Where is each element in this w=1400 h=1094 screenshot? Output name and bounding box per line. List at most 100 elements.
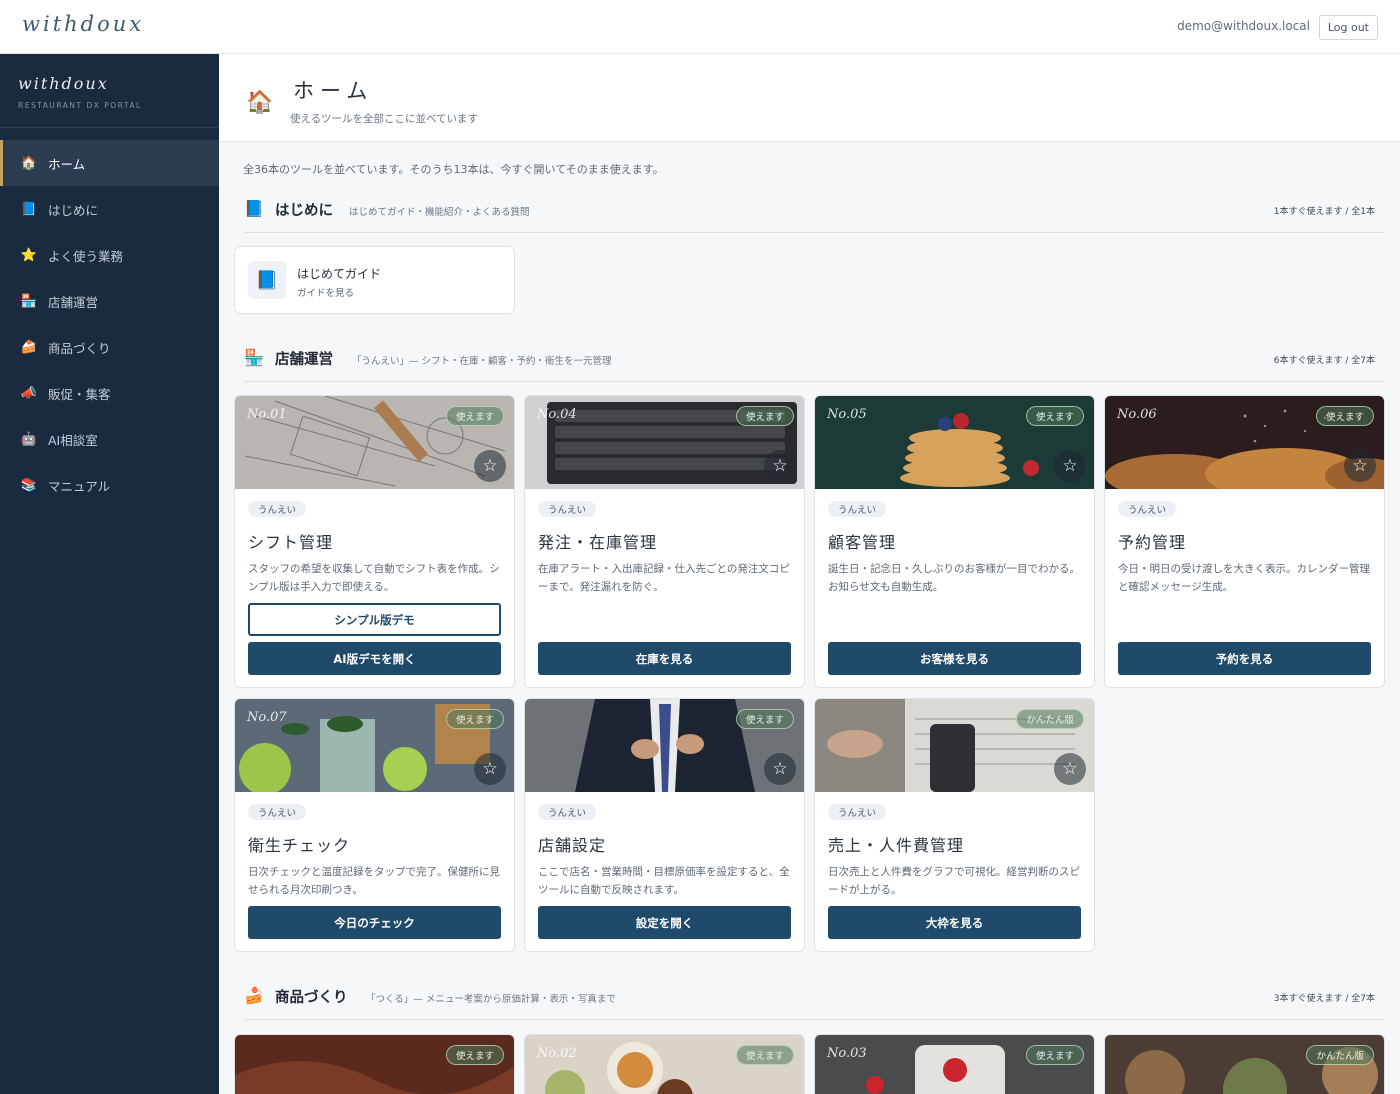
store-icon: 🏪 [244,348,264,367]
top-bar: withdoux demo@withdoux.local Log out [0,0,1400,54]
tool-card-reservation: No.06 使えます ☆ うんえい 予約管理 今日・明日の受け渡しを大きく表示。… [1104,395,1385,688]
section-header-store: 🏪 店舗運営 「うんえい」— シフト・在庫・顧客・予約・衛生を一元管理 6本すぐ… [244,348,1385,382]
section-desc: 「つくる」— メニュー考案から原価計算・表示・写真まで [366,994,616,1005]
card-title: 発注・在庫管理 [538,533,658,552]
category-tag: うんえい [1118,501,1177,517]
favorite-star-icon[interactable]: ☆ [1344,450,1376,482]
sidebar: withdoux RESTAURANT DX PORTAL 🏠 ホーム 📘 はじ… [0,54,219,1094]
sidebar-brand[interactable]: withdoux [18,74,109,93]
section-header-product: 🍰 商品づくり 「つくる」— メニュー考案から原価計算・表示・写真まで 3本すぐ… [244,986,1385,1020]
tool-card-inventory: No.04 使えます ☆ うんえい 発注・在庫管理 在庫アラート・入出庫記録・仕… [524,395,805,688]
view-inventory-button[interactable]: 在庫を見る [538,642,791,675]
ai-demo-button[interactable]: AI版デモを開く [248,642,501,675]
house-icon: 🏠 [20,155,38,171]
card-thumbnail: No.04 使えます ☆ [525,396,804,489]
sidebar-item-label: ホーム [48,156,86,172]
card-description: スタッフの希望を収集して自動でシフト表を作成。シンプル版は手入力で即使える。 [248,563,500,593]
sidebar-item-home[interactable]: 🏠 ホーム [0,140,219,186]
section-count: 6本すぐ使えます / 全7本 [1273,356,1375,366]
favorite-star-icon[interactable]: ☆ [764,450,796,482]
sidebar-nav: 🏠 ホーム 📘 はじめに ⭐ よく使う業務 🏪 店舗運営 🍰 商品づくり 📣 販… [0,140,219,508]
sidebar-item-product[interactable]: 🍰 商品づくり [0,324,219,370]
favorite-star-icon[interactable]: ☆ [1054,450,1086,482]
user-email: demo@withdoux.local [1177,19,1310,33]
sidebar-item-label: AI相談室 [48,432,98,448]
card-description: 日次チェックと温度記録をタップで完了。保健所に見せられる月次印刷つき。 [248,866,500,896]
simple-demo-button[interactable]: シンプル版デモ [248,603,501,636]
tool-card-product-4: かんたん版 [1104,1034,1385,1094]
megaphone-icon: 📣 [20,385,38,401]
status-badge: 使えます [445,1045,504,1065]
section-header-intro: 📘 はじめに はじめてガイド・機能紹介・よくある質問 1本すぐ使えます / 全1… [244,199,1385,233]
tool-summary: 全36本のツールを並べています。そのうち13本は、今すぐ開いてそのまま使えます。 [243,163,664,176]
sidebar-item-label: 店舗運営 [48,294,99,310]
card-thumbnail: No.02 使えます [525,1035,804,1094]
tool-card-shift: No.01 使えます ☆ うんえい シフト管理 スタッフの希望を収集して自動でシ… [234,395,515,688]
sidebar-item-favorites[interactable]: ⭐ よく使う業務 [0,232,219,278]
tool-card-product-1: 使えます [234,1034,515,1094]
card-description: 誕生日・記念日・久しぶりのお客様が一目でわかる。お知らせ文も自動生成。 [828,563,1080,593]
sidebar-item-label: よく使う業務 [48,248,124,264]
favorite-star-icon[interactable]: ☆ [474,450,506,482]
sidebar-item-ai[interactable]: 🤖 AI相談室 [0,416,219,462]
view-reservations-button[interactable]: 予約を見る [1118,642,1371,675]
sidebar-item-label: はじめに [48,202,99,218]
open-settings-button[interactable]: 設定を開く [538,906,791,939]
card-number: No.06 [1117,407,1157,422]
card-number: No.04 [537,407,577,422]
section-title: はじめに [275,203,333,219]
guide-card[interactable]: 📘 はじめてガイド ガイドを見る [234,246,515,314]
card-number: No.07 [247,710,287,725]
tool-card-product-3: No.03 使えます [814,1034,1095,1094]
tool-card-sales: かんたん版 ☆ うんえい 売上・人件費管理 日次売上と人件費をグラフで可視化。経… [814,698,1095,952]
book-icon: 📘 [244,199,264,218]
favorite-star-icon[interactable]: ☆ [474,753,506,785]
status-badge: かんたん版 [1016,709,1084,729]
card-thumbnail: No.07 使えます ☆ [235,699,514,792]
status-badge: 使えます [1315,406,1374,426]
cake-icon: 🍰 [20,339,38,355]
section-desc: 「うんえい」— シフト・在庫・顧客・予約・衛生を一元管理 [352,356,612,367]
sidebar-subtitle: RESTAURANT DX PORTAL [18,101,142,110]
tool-card-settings: 使えます ☆ うんえい 店舗設定 ここで店名・営業時間・目標原価率を設定すると、… [524,698,805,952]
sidebar-item-promotion[interactable]: 📣 販促・集客 [0,370,219,416]
store-icon: 🏪 [20,293,38,309]
sidebar-item-intro[interactable]: 📘 はじめに [0,186,219,232]
favorite-star-icon[interactable]: ☆ [764,753,796,785]
logout-button[interactable]: Log out [1318,15,1378,40]
guide-card-link: ガイドを見る [297,288,355,299]
card-thumbnail: No.06 使えます ☆ [1105,396,1384,489]
todays-check-button[interactable]: 今日のチェック [248,906,501,939]
status-badge: 使えます [735,1045,794,1065]
favorite-star-icon[interactable]: ☆ [1054,753,1086,785]
tool-card-customer: No.05 使えます ☆ うんえい 顧客管理 誕生日・記念日・久しぶりのお客様が… [814,395,1095,688]
book-icon: 📘 [20,201,38,217]
status-badge: 使えます [445,406,504,426]
category-tag: うんえい [828,804,887,820]
section-title: 店舗運営 [275,352,333,368]
status-badge: 使えます [735,406,794,426]
tool-card-product-2: No.02 使えます [524,1034,805,1094]
view-customers-button[interactable]: お客様を見る [828,642,1081,675]
card-title: シフト管理 [248,533,334,552]
view-overview-button[interactable]: 大枠を見る [828,906,1081,939]
page-title: ホーム [293,79,374,103]
card-title: 衛生チェック [248,836,351,855]
card-title: 顧客管理 [828,533,897,552]
card-description: 在庫アラート・入出庫記録・仕入先ごとの発注文コピーまで。発注漏れを防ぐ。 [538,563,790,593]
main-content: 🏠 ホーム 使えるツールを全部ここに並べています 全36本のツールを並べています… [219,54,1400,1094]
card-number: No.05 [827,407,867,422]
card-number: No.01 [247,407,287,422]
sidebar-item-label: 販促・集客 [48,386,111,402]
sidebar-item-store[interactable]: 🏪 店舗運営 [0,278,219,324]
sidebar-item-manual[interactable]: 📚 マニュアル [0,462,219,508]
book-icon: 📘 [248,261,286,299]
card-thumbnail: No.05 使えます ☆ [815,396,1094,489]
card-thumbnail: 使えます ☆ [525,699,804,792]
card-description: ここで店名・営業時間・目標原価率を設定すると、全ツールに自動で反映されます。 [538,866,790,896]
section-count: 3本すぐ使えます / 全7本 [1273,994,1375,1004]
status-badge: 使えます [735,709,794,729]
sidebar-item-label: 商品づくり [48,340,111,356]
status-badge: かんたん版 [1306,1045,1374,1065]
brand-logo[interactable]: withdoux [22,12,144,36]
